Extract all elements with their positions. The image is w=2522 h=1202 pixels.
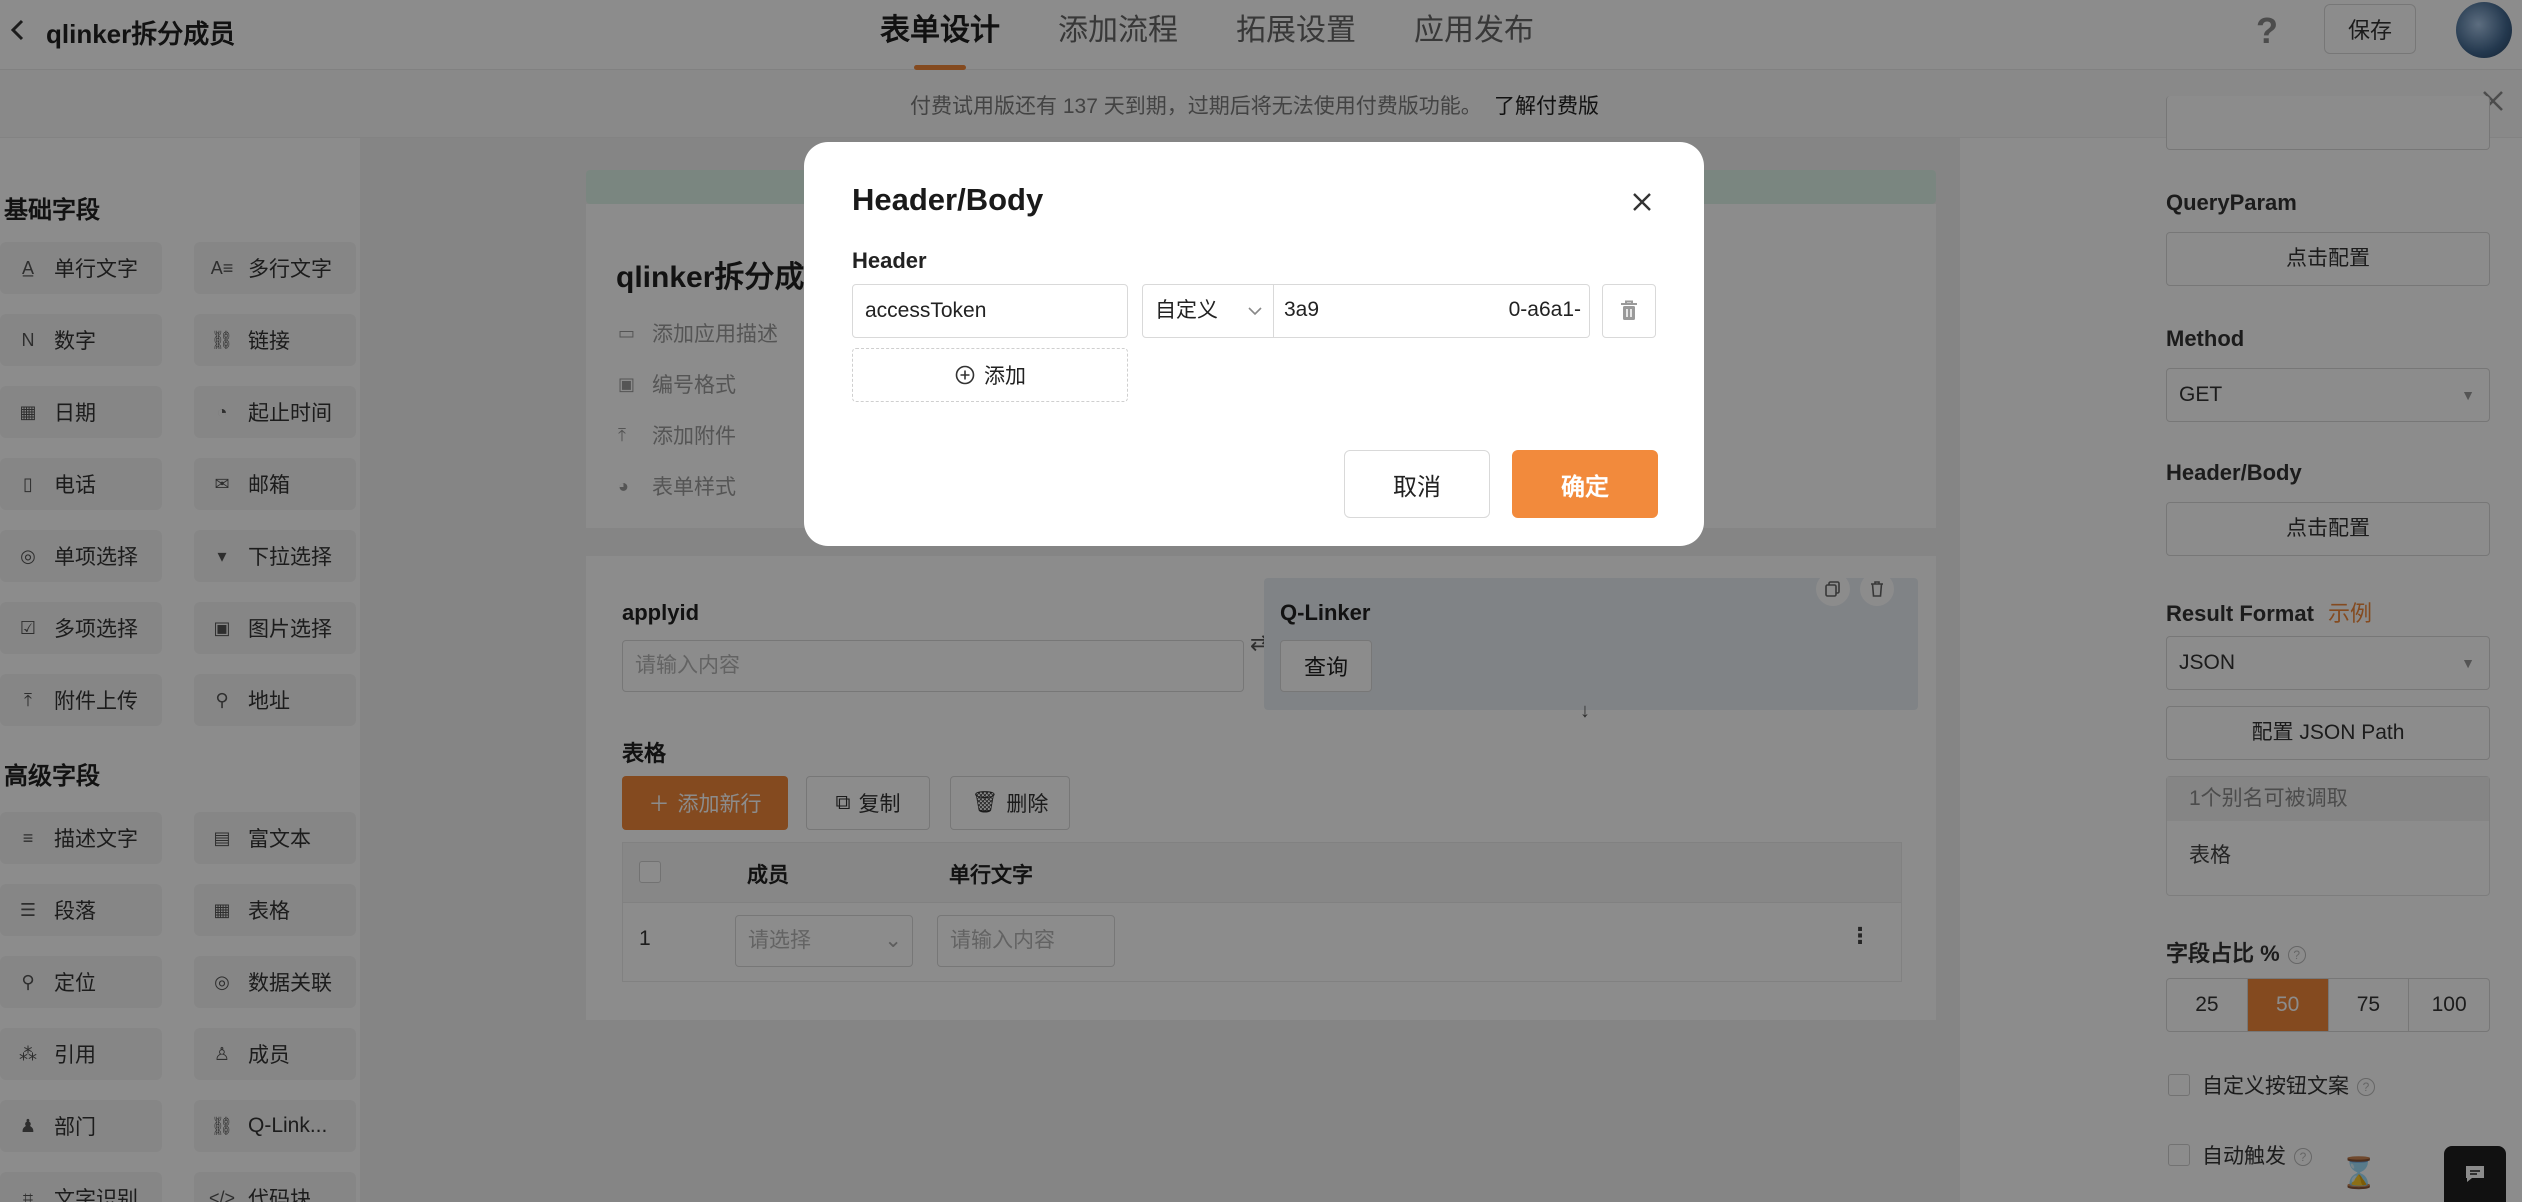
header-value-input[interactable]: 3a9 0-a6a1- [1274, 284, 1590, 338]
header-value-end: 0-a6a1- [1508, 298, 1581, 321]
chevron-down-icon [1247, 285, 1263, 337]
header-type-select[interactable]: 自定义 [1142, 284, 1274, 338]
header-type-value: 自定义 [1155, 299, 1218, 322]
plus-circle-icon [955, 365, 975, 385]
header-key-input[interactable]: accessToken [852, 284, 1128, 338]
cancel-button[interactable]: 取消 [1344, 450, 1490, 518]
confirm-button[interactable]: 确定 [1512, 450, 1658, 518]
header-section-label: Header [852, 248, 927, 273]
add-header-label: 添加 [984, 365, 1026, 388]
close-icon[interactable] [1624, 184, 1660, 220]
add-header-button[interactable]: 添加 [852, 348, 1128, 402]
dialog-title: Header/Body [852, 182, 1044, 217]
header-body-dialog: Header/Body Header accessToken 自定义 3a9 0… [804, 142, 1704, 546]
header-value-start: 3a9 [1284, 298, 1320, 321]
trash-icon[interactable] [1602, 284, 1656, 338]
